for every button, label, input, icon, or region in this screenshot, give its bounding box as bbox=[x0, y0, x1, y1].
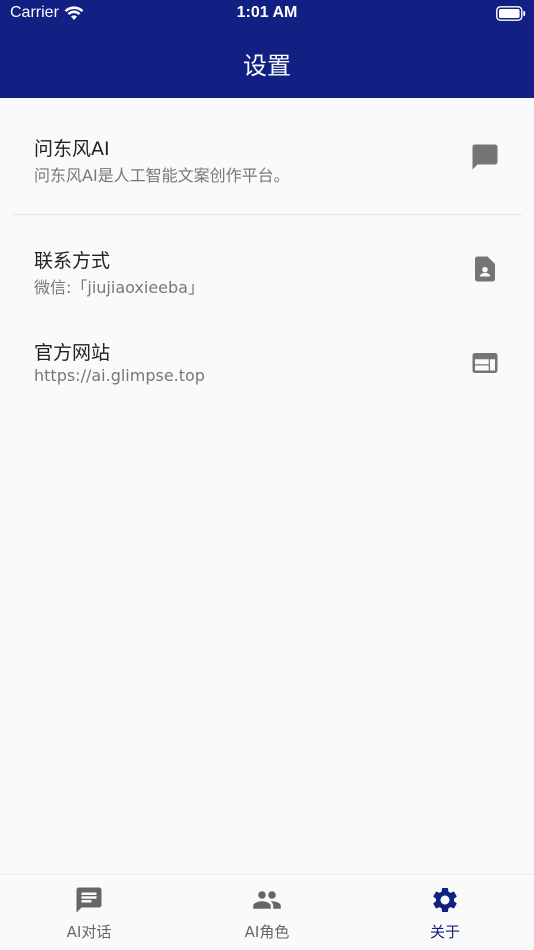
chat-icon bbox=[76, 887, 102, 913]
status-bar: Carrier 1:01 AM bbox=[0, 0, 534, 28]
tab-label: AI角色 bbox=[244, 923, 290, 941]
app-header: Carrier 1:01 AM 设置 bbox=[0, 0, 534, 98]
tab-label: 关于 bbox=[429, 923, 460, 941]
item-title: 官方网站 bbox=[34, 342, 111, 364]
tab-about[interactable]: 关于 bbox=[356, 875, 534, 950]
status-time: 1:01 AM bbox=[236, 4, 298, 21]
web-window-icon bbox=[472, 353, 498, 373]
list-item-about[interactable]: 问东风AI 问东风AI是人工智能文案创作平台。 bbox=[0, 98, 534, 188]
item-subtitle: 问东风AI是人工智能文案创作平台。 bbox=[34, 166, 290, 185]
item-subtitle: 微信:「jiujiaoxieeba」 bbox=[34, 278, 204, 297]
list-item-website[interactable]: 官方网站 https://ai.glimpse.top bbox=[0, 320, 534, 410]
item-title: 问东风AI bbox=[34, 138, 110, 160]
tab-bar: AI对话 AI角色 关于 bbox=[0, 874, 534, 950]
tab-ai-roles[interactable]: AI角色 bbox=[178, 875, 356, 950]
list-item-contact[interactable]: 联系方式 微信:「jiujiaoxieeba」 bbox=[0, 228, 534, 318]
page-title: 设置 bbox=[243, 52, 291, 80]
tab-label: AI对话 bbox=[66, 923, 112, 941]
item-subtitle: https://ai.glimpse.top bbox=[34, 366, 205, 385]
divider bbox=[12, 214, 522, 215]
tab-ai-chat[interactable]: AI对话 bbox=[0, 875, 178, 950]
battery-icon bbox=[496, 6, 526, 21]
contact-card-icon bbox=[475, 256, 495, 282]
chat-bubble-icon bbox=[472, 144, 498, 170]
gear-icon bbox=[433, 888, 457, 912]
item-title: 联系方式 bbox=[34, 250, 111, 272]
people-icon bbox=[253, 891, 281, 909]
